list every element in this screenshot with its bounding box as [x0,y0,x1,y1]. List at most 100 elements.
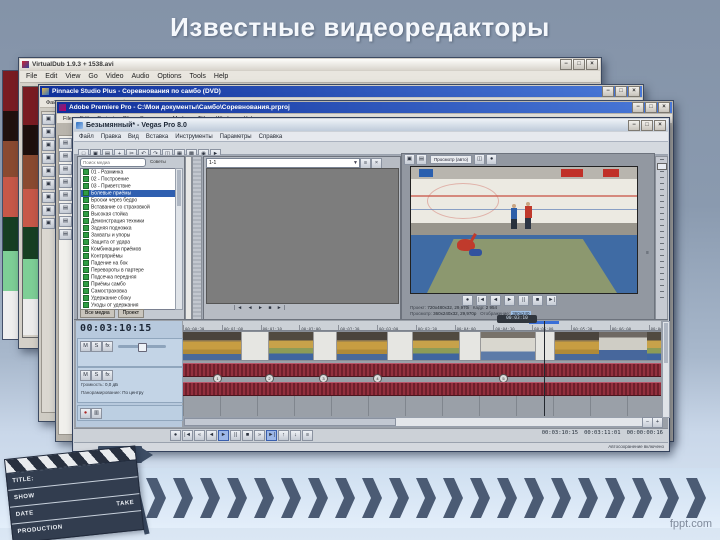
menu-item[interactable]: Tools [190,73,206,80]
track-fx-icon[interactable]: fx [102,341,113,352]
media-tree-scrollbar[interactable] [175,168,183,310]
window-button[interactable]: □ [573,59,585,70]
media-item[interactable]: Высокая стойка [81,211,175,218]
window-button[interactable]: − [602,86,614,97]
window-vegas[interactable]: Безымянный* - Vegas Pro 8.0 − □ × Файл Прав… [72,117,670,452]
vegas-menubar[interactable]: Файл Правка Вид Вставка Инструменты Параметры… [74,132,668,142]
zoom-in-icon[interactable]: + [652,417,663,428]
audio-track-lane[interactable]: 12345 [183,363,661,396]
menu-item[interactable]: Вставка [146,134,168,140]
window-button[interactable]: × [658,102,670,113]
chevron-down-icon[interactable]: ▼ [353,159,358,167]
menu-item[interactable]: View [65,73,80,80]
menu-item[interactable]: Go [88,73,97,80]
preview-quality-dropdown[interactable]: Просмотр (авто) [430,155,473,164]
clip-gap[interactable] [535,332,555,360]
timeline-timecode[interactable]: 00:03:10:15 [80,323,178,336]
tool-icon[interactable]: ▣ [42,153,55,164]
tool-icon[interactable]: ▣ [42,166,55,177]
preview-split-icon[interactable]: ◫ [474,154,486,165]
tool-icon[interactable]: ▣ [42,127,55,138]
trimmer-transport[interactable]: |◄ ◄ ► ■ ►| [234,305,287,311]
menu-item[interactable]: Options [157,73,181,80]
video-clip-thumbnail[interactable] [269,332,313,360]
tool-icon[interactable]: ▤ [59,229,72,240]
transport-icon[interactable]: » [254,430,265,441]
tool-icon[interactable]: ▤ [59,164,72,175]
timeline-hscrollbar[interactable] [183,417,663,427]
tool-icon[interactable]: ▤ [59,190,72,201]
vegas-window-buttons[interactable]: − □ × [628,119,666,131]
tool-icon[interactable]: ▣ [42,140,55,151]
media-item[interactable]: 01 - Разминка [81,169,175,176]
media-panel-tabs[interactable]: Все медиа Проект [80,309,146,318]
audio-mute-icon[interactable]: M [80,370,91,381]
menu-item[interactable]: Справка [259,134,283,140]
transport-icon[interactable]: ◄ [206,430,217,441]
window-button[interactable]: □ [645,102,657,113]
pinnacle-titlebar[interactable]: Pinnacle Studio Plus - Соревнования по с… [40,86,642,97]
window-button[interactable]: × [586,59,598,70]
tool-icon[interactable]: ▤ [59,216,72,227]
tool-icon[interactable]: ▣ [42,192,55,203]
media-item[interactable]: 02 - Построение [81,176,175,183]
clip-gap[interactable] [387,332,413,360]
menu-item[interactable]: Вид [128,134,139,140]
hscroll-thumb[interactable] [184,418,396,426]
media-item[interactable]: Уходы от удержания [81,302,175,309]
media-item[interactable]: Броски через бедро [81,197,175,204]
window-button[interactable]: × [654,119,666,131]
preview-snapshot-icon[interactable]: ● [486,154,498,165]
timeline-vscrollbar[interactable] [662,321,670,418]
video-clip-thumbnail[interactable] [555,332,599,360]
media-item[interactable]: Болевые приёмы [81,190,175,197]
menu-item[interactable]: Help [214,73,228,80]
fader-handle[interactable] [657,163,667,170]
tool-icon[interactable]: ▤ [59,177,72,188]
tool-icon[interactable]: ▤ [59,151,72,162]
menu-item[interactable]: Edit [45,73,57,80]
media-item[interactable]: Приёмы самбо [81,281,175,288]
virtualdub-window-buttons[interactable]: − □ × [560,59,598,70]
track-mute-icon[interactable]: M [80,341,91,352]
menu-item[interactable]: File [63,116,72,122]
premiere-window-buttons[interactable]: − □ × [632,102,670,113]
volume-value[interactable]: 0,0 дБ [105,382,118,387]
menu-item[interactable]: Video [106,73,124,80]
audio-solo-icon[interactable]: S [91,370,102,381]
transport-icon[interactable]: ≡ [302,430,313,441]
transport-icon[interactable]: || [230,430,241,441]
premiere-titlebar[interactable]: Adobe Premiere Pro - C:\Мои документы\Са… [57,102,672,113]
menu-item[interactable]: File [26,73,37,80]
tool-icon[interactable]: ▣ [42,114,55,125]
vegas-titlebar[interactable]: Безымянный* - Vegas Pro 8.0 − □ × [74,119,668,131]
video-clip-thumbnail[interactable] [183,332,241,360]
window-button[interactable]: − [628,119,640,131]
media-tree[interactable]: 01 - Разминка 02 - Построение 03 - Приветс… [80,168,176,310]
tool-icon[interactable]: ▣ [42,218,55,229]
video-clip-thumbnail[interactable] [599,332,647,360]
media-item[interactable]: Самостраховка [81,288,175,295]
media-item[interactable]: Удержание сбоку [81,295,175,302]
video-clip-thumbnail[interactable] [647,332,661,360]
media-item[interactable]: Задняя подножка [81,225,175,232]
dock-collapse-handle[interactable]: ≡ [646,250,653,258]
tool-icon[interactable]: ▤ [59,138,72,149]
transport-icon[interactable]: « [194,430,205,441]
media-tab[interactable]: Проект [117,309,145,318]
media-item[interactable]: 03 - Приветствие [81,183,175,190]
video-track-lane[interactable] [183,331,661,361]
window-button[interactable]: □ [641,119,653,131]
edit-cursor[interactable] [544,321,545,416]
window-button[interactable]: × [628,86,640,97]
preview-project-icon[interactable]: ▣ [404,154,415,165]
audio-fx-icon[interactable]: fx [102,370,113,381]
preview-quality-icon[interactable]: ▤ [416,154,427,165]
clip-gap[interactable] [459,332,481,360]
menu-item[interactable]: Audio [132,73,150,80]
timeline-empty-lane[interactable] [183,396,661,416]
video-clip-thumbnail[interactable] [337,332,387,360]
track-level-slider[interactable] [118,343,166,352]
transport-icon[interactable]: ● [170,430,181,441]
media-item[interactable]: Комбинации приёмов [81,246,175,253]
